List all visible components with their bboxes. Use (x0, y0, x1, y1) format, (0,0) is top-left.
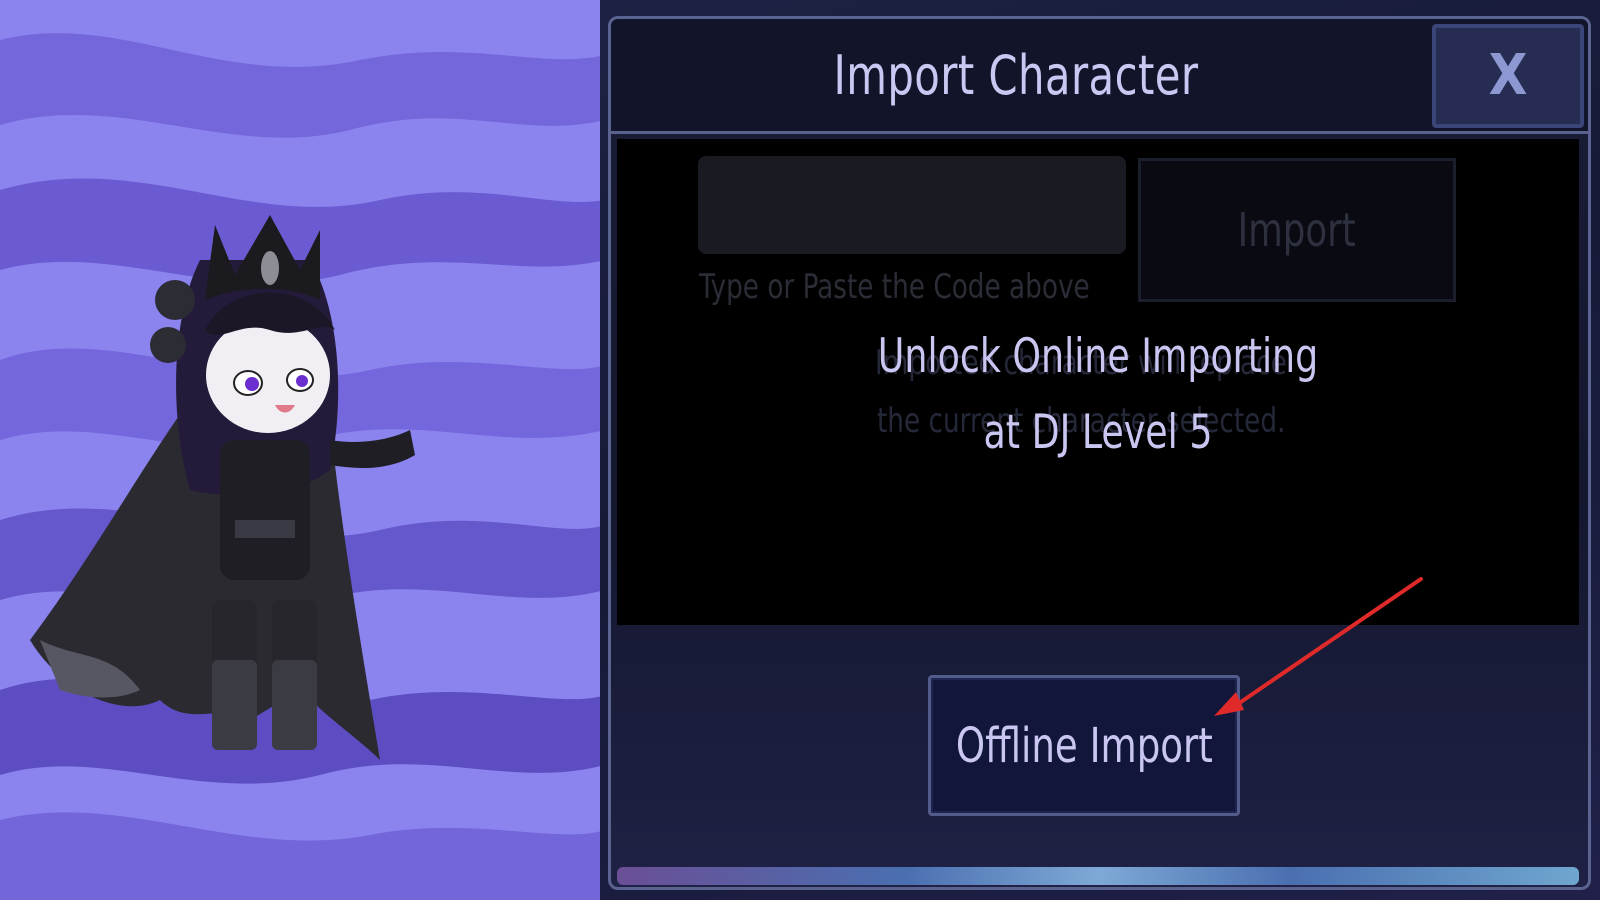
import-character-dialog: Import Character X Type or Paste the Cod… (608, 16, 1591, 890)
code-input[interactable] (698, 156, 1126, 254)
character-preview-area (0, 0, 605, 900)
close-icon: X (1488, 43, 1528, 108)
online-import-panel: Type or Paste the Code above Import Impo… (617, 139, 1579, 625)
import-button-label: Import (1237, 203, 1357, 257)
code-hint-label: Type or Paste the Code above (699, 267, 1090, 307)
dialog-title: Import Character (833, 43, 1199, 107)
dialog-header: Import Character X (611, 19, 1588, 134)
offline-import-label: Offline Import (955, 717, 1213, 774)
bottom-accent-bar (617, 867, 1579, 885)
unlock-message-line-1: Unlock Online Importing (877, 329, 1319, 384)
offline-import-button[interactable]: Offline Import (928, 675, 1240, 816)
unlock-message: Unlock Online Importing at DJ Level 5 (617, 319, 1579, 471)
unlock-message-line-2: at DJ Level 5 (983, 405, 1213, 460)
wavy-background (0, 0, 605, 900)
close-button[interactable]: X (1432, 24, 1584, 128)
import-button[interactable]: Import (1138, 158, 1456, 302)
